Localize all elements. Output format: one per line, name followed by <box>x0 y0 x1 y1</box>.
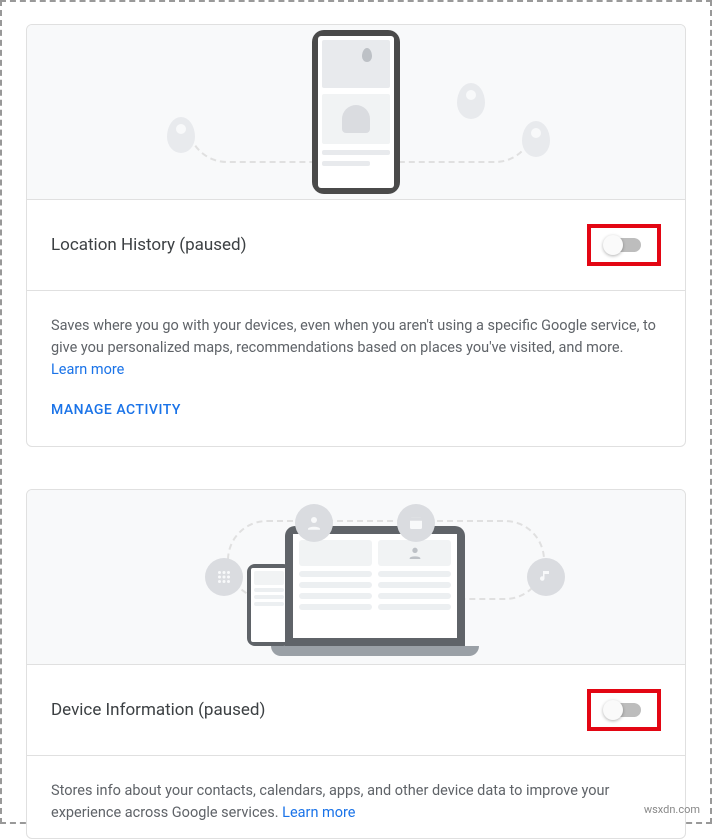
card-header-row: Device Information (paused) <box>27 665 685 756</box>
device-information-illustration <box>27 490 685 665</box>
location-history-card: Location History (paused) Saves where yo… <box>26 24 686 447</box>
phone-illustration <box>312 30 400 194</box>
music-note-icon <box>527 558 565 596</box>
location-history-toggle-highlight <box>587 224 661 266</box>
watermark-text: wsxdn.com <box>644 803 700 816</box>
card-description: Saves where you go with your devices, ev… <box>51 315 661 380</box>
device-information-toggle-highlight <box>587 689 661 731</box>
card-description: Stores info about your contacts, calenda… <box>51 780 661 824</box>
device-information-card: Device Information (paused) Stores info … <box>26 489 686 839</box>
person-icon <box>295 504 333 542</box>
map-pin-icon <box>167 117 195 153</box>
card-title: Device Information (paused) <box>51 700 265 720</box>
map-pin-icon <box>457 83 485 119</box>
grid-apps-icon <box>205 558 243 596</box>
learn-more-link[interactable]: Learn more <box>282 804 355 821</box>
card-body: Stores info about your contacts, calenda… <box>27 756 685 838</box>
location-history-toggle[interactable] <box>607 238 641 252</box>
calendar-icon <box>397 504 435 542</box>
card-title: Location History (paused) <box>51 235 247 255</box>
laptop-illustration <box>285 526 465 646</box>
card-body: Saves where you go with your devices, ev… <box>27 291 685 446</box>
device-information-toggle[interactable] <box>607 703 641 717</box>
card-header-row: Location History (paused) <box>27 200 685 291</box>
manage-activity-link[interactable]: MANAGE ACTIVITY <box>51 402 661 418</box>
learn-more-link[interactable]: Learn more <box>51 361 124 378</box>
description-text: Saves where you go with your devices, ev… <box>51 317 656 356</box>
map-pin-icon <box>522 121 550 157</box>
location-history-illustration <box>27 25 685 200</box>
